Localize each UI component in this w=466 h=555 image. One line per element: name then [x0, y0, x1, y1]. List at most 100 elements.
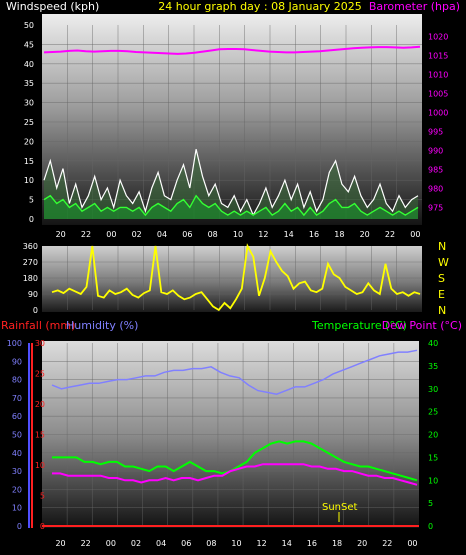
dewpoint-axis-title: Dew Point (°C) [382, 319, 462, 332]
panel3-x-tick-label: 12 [257, 539, 267, 548]
barometer-tick-label: 975 [428, 204, 443, 213]
panel1-x-tick-label: 00 [106, 230, 116, 239]
temp-humidity-panel: 0102030405060708090100051015202530 05101… [7, 339, 438, 548]
panel1-x-tick-label: 12 [258, 230, 268, 239]
barometer-tick-label: 980 [428, 185, 443, 194]
rainfall-tick-label: 5 [40, 492, 45, 501]
temperature-tick-label: 15 [428, 453, 438, 462]
rainfall-tick-label: 10 [35, 461, 45, 470]
rainfall-axis-title: Rainfall (mm) [1, 319, 75, 332]
windspeed-tick-label: 25 [24, 118, 34, 127]
temperature-tick-label: 20 [428, 431, 438, 440]
windspeed-tick-label: 40 [24, 60, 34, 69]
temperature-tick-label: 35 [428, 362, 438, 371]
humidity-tick-label: 0 [17, 522, 22, 531]
temperature-tick-label: 0 [428, 522, 433, 531]
temperature-tick-label: 30 [428, 385, 438, 394]
panel3-x-tick-label: 20 [357, 539, 367, 548]
windspeed-tick-label: 50 [24, 21, 34, 30]
panel3-x-tick-label: 00 [407, 539, 417, 548]
panel3-x-tick-label: 16 [307, 539, 317, 548]
panel1-x-tick-label: 16 [309, 230, 319, 239]
direction-label-s: S [438, 272, 445, 285]
barometer-tick-label: 1015 [428, 51, 448, 60]
panel1-x-tick-label: 22 [81, 230, 91, 239]
panel2-background [42, 246, 422, 312]
panel3-x-tick-label: 18 [332, 539, 342, 548]
windspeed-tick-label: 0 [29, 215, 34, 224]
panel1-x-tick-label: 18 [334, 230, 344, 239]
direction-label-e: E [438, 288, 445, 301]
panel3-x-tick-label: 10 [231, 539, 241, 548]
humidity-tick-label: 20 [12, 485, 22, 494]
panel3-x-tick-label: 22 [81, 539, 91, 548]
windspeed-tick-label: 35 [24, 79, 34, 88]
temperature-tick-label: 10 [428, 476, 438, 485]
humidity-tick-label: 10 [12, 504, 22, 513]
panel3-x-tick-label: 00 [106, 539, 116, 548]
panel3-x-tick-label: 06 [181, 539, 191, 548]
wind-direction-panel: 0 90 180 270 360 N W S E N [23, 240, 449, 317]
humidity-tick-label: 50 [12, 431, 22, 440]
panel1-x-tick-label: 08 [208, 230, 218, 239]
panel1-x-tick-label: 06 [182, 230, 192, 239]
humidity-tick-label: 40 [12, 449, 22, 458]
weather-graph: Windspeed (kph) 24 hour graph day : 08 J… [1, 0, 462, 548]
humidity-tick-label: 100 [7, 339, 22, 348]
panel1-x-tick-label: 04 [157, 230, 167, 239]
panel1-x-tick-label: 22 [385, 230, 395, 239]
panel3-x-tick-label: 08 [206, 539, 216, 548]
humidity-tick-label: 60 [12, 412, 22, 421]
barometer-tick-label: 985 [428, 166, 443, 175]
barometer-tick-label: 990 [428, 147, 443, 156]
barometer-tick-label: 1020 [428, 32, 448, 41]
rainfall-tick-label: 20 [35, 400, 45, 409]
panel1-x-tick-label: 10 [233, 230, 243, 239]
panel3-x-tick-label: 02 [131, 539, 141, 548]
sunset-label: SunSet [322, 502, 358, 513]
panel3-x-tick-label: 20 [55, 539, 65, 548]
windspeed-tick-label: 30 [24, 99, 34, 108]
windspeed-axis-title: Windspeed (kph) [6, 0, 99, 13]
panel1-x-tick-label: 02 [132, 230, 142, 239]
humidity-tick-label: 70 [12, 394, 22, 403]
humidity-tick-label: 80 [12, 376, 22, 385]
temperature-tick-label: 25 [428, 408, 438, 417]
rainfall-tick-label: 25 [35, 370, 45, 379]
barometer-tick-label: 1010 [428, 70, 448, 79]
panel1-x-tick-label: 20 [360, 230, 370, 239]
direction-tick-label: 90 [28, 290, 38, 299]
panel3-x-tick-label: 14 [282, 539, 292, 548]
temperature-tick-label: 5 [428, 499, 433, 508]
rainfall-tick-label: 30 [35, 339, 45, 348]
temperature-tick-label: 40 [428, 339, 438, 348]
direction-tick-label: 360 [23, 242, 38, 251]
panel1-x-tick-label: 20 [56, 230, 66, 239]
direction-tick-label: 270 [23, 258, 38, 267]
direction-tick-label: 0 [33, 306, 38, 315]
panel1-x-tick-label: 00 [410, 230, 420, 239]
barometer-tick-label: 1000 [428, 108, 448, 117]
rainfall-tick-label: 0 [40, 522, 45, 531]
direction-label-n-bottom: N [438, 304, 446, 317]
windspeed-tick-label: 45 [24, 40, 34, 49]
graph-title: 24 hour graph day : 08 January 2025 [158, 0, 362, 13]
windspeed-tick-label: 5 [29, 196, 34, 205]
rainfall-tick-label: 15 [35, 431, 45, 440]
wind-barometer-panel: 05101520253035404550 9759809859909951000… [24, 14, 448, 239]
humidity-tick-label: 90 [12, 357, 22, 366]
panel1-x-tick-label: 14 [284, 230, 294, 239]
barometer-tick-label: 1005 [428, 89, 448, 98]
direction-tick-label: 180 [23, 274, 38, 283]
windspeed-tick-label: 10 [24, 176, 34, 185]
humidity-axis-title: Humidity (%) [66, 319, 138, 332]
panel3-x-tick-label: 04 [156, 539, 166, 548]
panel3-x-tick-label: 22 [382, 539, 392, 548]
barometer-tick-label: 995 [428, 128, 443, 137]
humidity-tick-label: 30 [12, 467, 22, 476]
barometer-axis-title: Barometer (hpa) [369, 0, 460, 13]
direction-label-w: W [438, 256, 449, 269]
windspeed-tick-label: 15 [24, 157, 34, 166]
direction-label-n-top: N [438, 240, 446, 253]
windspeed-tick-label: 20 [24, 137, 34, 146]
